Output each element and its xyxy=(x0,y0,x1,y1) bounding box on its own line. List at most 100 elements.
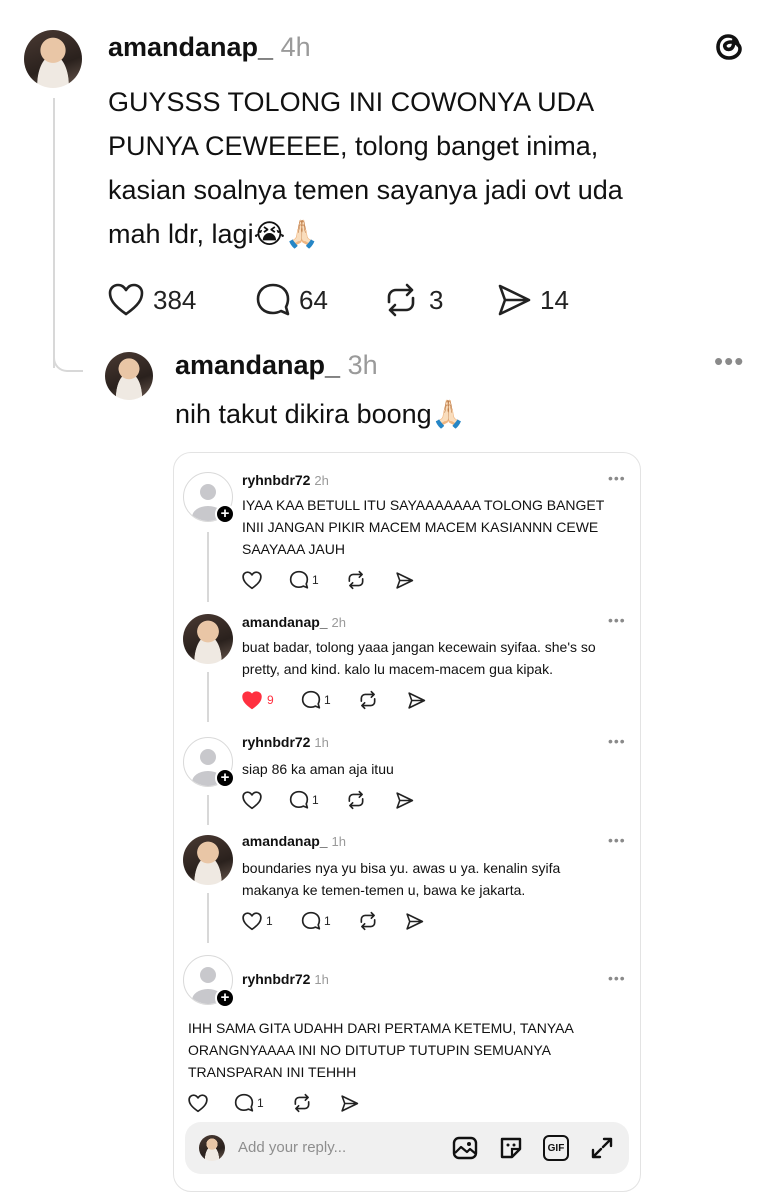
comment-count: 64 xyxy=(299,284,328,315)
heart-icon xyxy=(242,790,262,809)
comment-bubble-icon xyxy=(256,283,290,316)
more-dots-icon[interactable]: ••• xyxy=(608,733,626,749)
reply-text: nih takut dikira boong🙏🏻 xyxy=(175,399,466,429)
comment-username[interactable]: ryhnbdr72 1h xyxy=(242,970,329,989)
follow-plus-icon[interactable]: + xyxy=(215,504,235,524)
comment-time: 1h xyxy=(314,972,329,987)
repost-icon xyxy=(348,790,364,810)
repost-button[interactable] xyxy=(292,1093,312,1113)
username-text[interactable]: amandanap_ xyxy=(108,32,273,62)
like-button[interactable] xyxy=(242,790,262,810)
comment-text-line: TRANSPARAN INI TEHHH xyxy=(188,1064,357,1080)
repost-button[interactable] xyxy=(358,690,378,710)
comment-button[interactable]: 64 xyxy=(255,282,328,318)
sticker-icon[interactable] xyxy=(498,1135,524,1161)
repost-button[interactable]: 3 xyxy=(383,282,443,318)
send-icon xyxy=(498,284,531,316)
more-dots-icon[interactable]: ••• xyxy=(608,612,626,628)
comment-bubble-icon xyxy=(289,570,309,589)
post-text-line: GUYSSS TOLONG INI COWONYA UDA xyxy=(108,87,595,117)
heart-icon xyxy=(242,911,262,930)
share-button[interactable] xyxy=(407,690,426,710)
repost-icon xyxy=(360,911,376,931)
send-icon xyxy=(406,912,424,930)
like-button[interactable]: 9 xyxy=(242,690,274,710)
thread-line xyxy=(207,672,209,722)
gif-button[interactable]: GIF xyxy=(543,1135,569,1161)
repost-icon xyxy=(294,1093,310,1113)
comment-text-line: siap 86 ka aman aja ituu xyxy=(242,761,394,777)
image-icon[interactable] xyxy=(452,1135,478,1161)
reply-input[interactable]: Add your reply... xyxy=(238,1138,346,1158)
send-icon xyxy=(396,571,414,589)
comment-button[interactable]: 1 xyxy=(301,690,331,710)
comment-time: 1h xyxy=(314,735,329,750)
username-text[interactable]: amandanap_ xyxy=(242,614,328,630)
comment-text-line: IHH SAMA GITA UDAHH DARI PERTAMA KETEMU,… xyxy=(188,1020,574,1036)
post-username[interactable]: amandanap_ 4h xyxy=(108,30,311,64)
repost-button[interactable] xyxy=(346,790,366,810)
comment-text: IHH SAMA GITA UDAHH DARI PERTAMA KETEMU,… xyxy=(188,1017,574,1083)
repost-button[interactable] xyxy=(358,911,378,931)
more-dots-icon[interactable]: ••• xyxy=(608,832,626,848)
username-text[interactable]: ryhnbdr72 xyxy=(242,971,310,987)
comment-count: 1 xyxy=(312,573,319,587)
send-icon xyxy=(341,1094,359,1112)
avatar[interactable] xyxy=(105,352,153,400)
follow-plus-icon[interactable]: + xyxy=(215,988,235,1008)
heart-icon xyxy=(188,1093,208,1112)
more-dots-icon[interactable]: ••• xyxy=(608,970,626,986)
comment-username[interactable]: ryhnbdr72 2h xyxy=(242,471,329,490)
comment-text-line: makanya ke temen-temen u, bawa ke jakart… xyxy=(242,882,526,898)
username-text[interactable]: ryhnbdr72 xyxy=(242,734,310,750)
comment-text: IYAA KAA BETULL ITU SAYAAAAAAA TOLONG BA… xyxy=(242,494,604,560)
like-button[interactable] xyxy=(188,1093,208,1113)
username-text[interactable]: amandanap_ xyxy=(175,350,340,380)
share-button[interactable] xyxy=(395,790,414,810)
comment-time: 2h xyxy=(314,473,329,488)
send-icon xyxy=(408,691,426,709)
share-button[interactable]: 14 xyxy=(496,282,569,318)
expand-icon[interactable] xyxy=(590,1136,614,1160)
post-time: 4h xyxy=(280,32,311,62)
thread-line xyxy=(207,532,209,602)
comment-button[interactable]: 1 xyxy=(289,790,319,810)
share-button[interactable] xyxy=(395,570,414,590)
like-button[interactable]: 1 xyxy=(242,911,273,931)
comment-username[interactable]: amandanap_ 1h xyxy=(242,832,346,851)
avatar[interactable] xyxy=(24,30,82,88)
reply-username[interactable]: amandanap_ 3h xyxy=(175,348,378,382)
comment-bubble-icon xyxy=(234,1093,254,1112)
comment-text-line: boundaries nya yu bisa yu. awas u ya. ke… xyxy=(242,860,561,876)
comment-text-line: buat badar, tolong yaaa jangan kecewain … xyxy=(242,639,596,655)
comment-username[interactable]: ryhnbdr72 1h xyxy=(242,733,329,752)
comment-text-line: ORANGNYAAAA INI NO DITUTUP TUTUPIN SEMUA… xyxy=(188,1042,552,1058)
comment-button[interactable]: 1 xyxy=(234,1093,264,1113)
comment-time: 2h xyxy=(331,615,346,630)
avatar[interactable] xyxy=(183,835,233,885)
avatar[interactable] xyxy=(183,614,233,664)
like-button[interactable]: 384 xyxy=(108,282,196,318)
more-dots-icon[interactable]: ••• xyxy=(608,470,626,486)
threads-logo-icon[interactable] xyxy=(712,28,748,66)
comment-button[interactable]: 1 xyxy=(289,570,319,590)
share-button[interactable] xyxy=(405,911,424,931)
repost-button[interactable] xyxy=(346,570,366,590)
repost-count: 3 xyxy=(429,284,444,315)
more-dots-icon[interactable]: ••• xyxy=(714,346,744,377)
heart-filled-icon xyxy=(242,690,262,709)
thread-line xyxy=(207,795,209,825)
username-text[interactable]: ryhnbdr72 xyxy=(242,472,310,488)
thread-line xyxy=(53,98,55,368)
username-text[interactable]: amandanap_ xyxy=(242,833,328,849)
share-button[interactable] xyxy=(340,1093,359,1113)
repost-icon xyxy=(387,283,415,317)
follow-plus-icon[interactable]: + xyxy=(215,768,235,788)
reply-time: 3h xyxy=(347,350,378,380)
comment-username[interactable]: amandanap_ 2h xyxy=(242,613,346,632)
like-count: 1 xyxy=(266,914,273,928)
repost-icon xyxy=(360,690,376,710)
comment-button[interactable]: 1 xyxy=(301,911,331,931)
like-button[interactable] xyxy=(242,570,262,590)
post-text-line: mah ldr, lagi😭🙏🏻 xyxy=(108,219,319,249)
